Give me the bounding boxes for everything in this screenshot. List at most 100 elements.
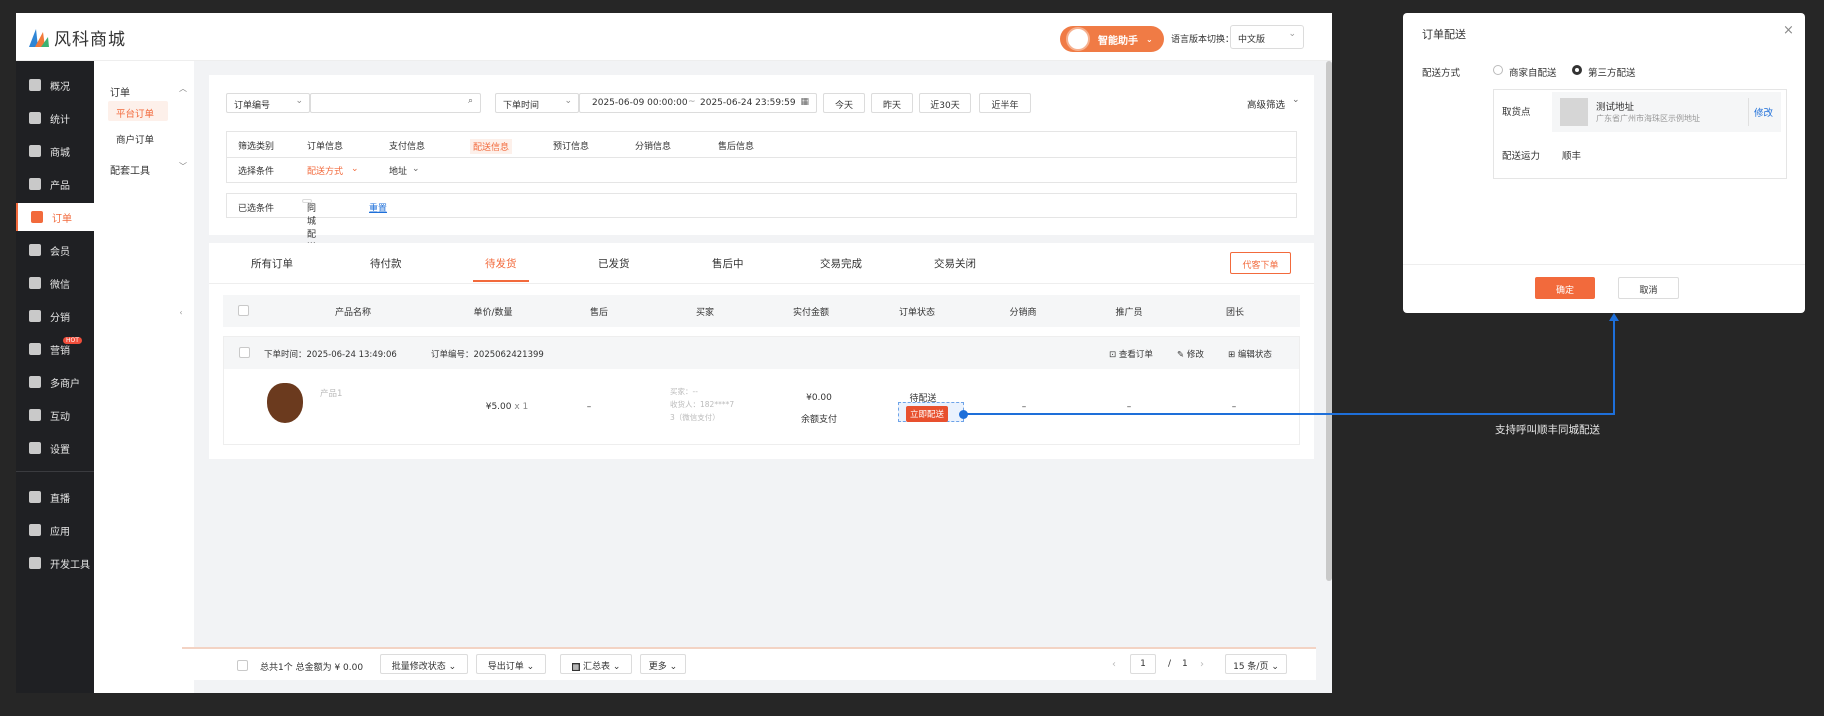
- category-booking-info[interactable]: 预订信息: [553, 139, 589, 152]
- chevron-down-icon: ⌄: [1292, 95, 1300, 105]
- sidebar-item-label: 分销: [50, 312, 70, 324]
- edit-order-link[interactable]: ✎ 修改: [1177, 348, 1204, 360]
- export-orders-button[interactable]: 导出订单 ⌄: [476, 654, 546, 674]
- pickup-card[interactable]: 测试地址 广东省广州市海珠区示例地址 修改: [1552, 92, 1781, 132]
- tab-shipped[interactable]: 已发货: [598, 256, 630, 271]
- footer-select-all-checkbox[interactable]: [237, 660, 248, 671]
- sidebar-item-label: 产品: [50, 180, 70, 192]
- category-distribution-info[interactable]: 分销信息: [635, 139, 671, 152]
- sidebar-item-settings[interactable]: 设置: [16, 434, 94, 462]
- advanced-filter-link[interactable]: 高级筛选: [1247, 97, 1285, 111]
- distributor-value: –: [1021, 402, 1027, 412]
- order-checkbox[interactable]: [239, 347, 250, 358]
- sidebar-item-label: 会员: [50, 246, 70, 258]
- assistant-button[interactable]: 智能助手 ⌄: [1060, 26, 1164, 52]
- option-self-delivery[interactable]: 商家自配送: [1509, 65, 1557, 79]
- next-page-icon[interactable]: ›: [1200, 659, 1204, 670]
- sidebar-item-order[interactable]: 订单: [16, 203, 94, 231]
- tab-aftersale[interactable]: 售后中: [712, 256, 744, 271]
- product-icon: [29, 178, 41, 190]
- more-button[interactable]: 更多 ⌄: [640, 654, 686, 674]
- submenu-group-order[interactable]: 订单: [110, 84, 130, 99]
- view-order-link[interactable]: ⊡ 查看订单: [1109, 348, 1153, 360]
- option-third-party[interactable]: 第三方配送: [1588, 65, 1636, 79]
- sidebar-item-distribution[interactable]: 分销: [16, 302, 94, 330]
- category-payment-info[interactable]: 支付信息: [389, 139, 425, 152]
- summary-table-button[interactable]: ▦ 汇总表 ⌄: [560, 654, 632, 674]
- sidebar-item-wechat[interactable]: 微信: [16, 269, 94, 297]
- sidebar-item-product[interactable]: 产品: [16, 170, 94, 198]
- date-range-picker[interactable]: 2025-06-09 00:00:00 ~ 2025-06-24 23:59:5…: [579, 93, 817, 113]
- sidebar-item-apps[interactable]: 应用: [16, 516, 94, 544]
- page-input[interactable]: 1: [1130, 654, 1156, 674]
- header-price-qty: 单价/数量: [473, 308, 513, 318]
- quick-yesterday-button[interactable]: 昨天: [871, 93, 913, 113]
- logo-mark-icon: [26, 26, 50, 48]
- radio-self-delivery[interactable]: [1493, 65, 1503, 75]
- selected-tag[interactable]: 同城配送 ×: [302, 199, 316, 253]
- sidebar-item-label: 多商户: [50, 378, 80, 390]
- time-field-select[interactable]: 下单时间 ⌄: [495, 93, 579, 113]
- sidebar-divider: [16, 471, 94, 472]
- submenu-item-platform-order[interactable]: 平台订单: [108, 101, 168, 121]
- chevron-down-icon: ⌄: [412, 164, 420, 174]
- table-header: 产品名称 单价/数量 售后 买家 实付金额 订单状态 分销商 推广员 团长: [223, 295, 1300, 327]
- sidebar-item-merchant[interactable]: 多商户: [16, 368, 94, 396]
- edit-status-link[interactable]: ⊞ 编辑状态: [1228, 348, 1272, 360]
- select-all-checkbox[interactable]: [238, 305, 249, 316]
- quick-halfyear-button[interactable]: 近半年: [979, 93, 1031, 113]
- collapse-sidebar-handle[interactable]: ‹: [176, 296, 186, 332]
- submenu-group-tools[interactable]: 配套工具: [110, 162, 150, 177]
- choose-address[interactable]: 地址: [389, 164, 407, 177]
- category-order-info[interactable]: 订单信息: [307, 139, 343, 152]
- modify-pickup-link[interactable]: 修改: [1754, 105, 1773, 119]
- logo[interactable]: 风科商城: [26, 25, 126, 50]
- quick-30days-button[interactable]: 近30天: [919, 93, 971, 113]
- order-tabs: 所有订单 待付款 待发货 已发货 售后中 交易完成 交易关闭: [209, 243, 1314, 283]
- sidebar-item-live[interactable]: 直播: [16, 483, 94, 511]
- radio-third-party[interactable]: [1572, 65, 1582, 75]
- category-delivery-info[interactable]: 配送信息: [470, 139, 513, 154]
- close-icon[interactable]: ×: [1783, 23, 1794, 38]
- chevron-down-icon: ﹀: [179, 162, 187, 171]
- sidebar-item-member[interactable]: 会员: [16, 236, 94, 264]
- sidebar-item-interact[interactable]: 互动: [16, 401, 94, 429]
- quick-today-button[interactable]: 今天: [823, 93, 865, 113]
- capacity-label: 配送运力: [1502, 151, 1541, 162]
- choose-label: 选择条件: [238, 167, 275, 177]
- sidebar-item-store[interactable]: 商城: [16, 137, 94, 165]
- search-input[interactable]: ⌕: [310, 93, 481, 113]
- product-thumbnail[interactable]: [267, 383, 303, 423]
- submenu-item-merchant-order[interactable]: 商户订单: [108, 127, 168, 147]
- reset-link[interactable]: 重置: [369, 201, 387, 214]
- page-size-select[interactable]: 15 条/页 ⌄: [1225, 654, 1287, 674]
- tab-closed[interactable]: 交易关闭: [934, 256, 976, 271]
- sidebar-item-stats[interactable]: 统计: [16, 104, 94, 132]
- sidebar-item-label: 概况: [50, 81, 70, 93]
- date-start: 2025-06-09 00:00:00: [592, 98, 688, 108]
- prev-page-icon[interactable]: ‹: [1112, 659, 1116, 670]
- sidebar-item-marketing[interactable]: 营销 HOT: [16, 335, 94, 363]
- tab-all-orders[interactable]: 所有订单: [251, 256, 293, 271]
- order-field-select[interactable]: 订单编号 ⌄: [226, 93, 310, 113]
- sidebar-item-devtools[interactable]: 开发工具: [16, 549, 94, 577]
- sidebar-item-overview[interactable]: 概况: [16, 71, 94, 99]
- confirm-button[interactable]: 确定: [1535, 277, 1595, 299]
- choose-delivery-method[interactable]: 配送方式: [307, 164, 343, 177]
- product-name[interactable]: 产品1: [320, 387, 342, 399]
- header-buyer: 买家: [695, 308, 714, 318]
- lang-select[interactable]: 中文版 ⌄: [1230, 25, 1304, 49]
- order-field-value: 订单编号: [234, 101, 271, 111]
- category-aftersale-info[interactable]: 售后信息: [718, 139, 754, 152]
- deliver-now-button[interactable]: 立即配送: [906, 406, 949, 422]
- tab-pending-payment[interactable]: 待付款: [370, 256, 402, 271]
- cancel-button[interactable]: 取消: [1618, 277, 1679, 299]
- scrollbar[interactable]: [1326, 61, 1332, 581]
- batch-status-button[interactable]: 批量修改状态 ⌄: [380, 654, 468, 674]
- tab-pending-shipment[interactable]: 待发货: [485, 256, 517, 271]
- more-label: 更多: [648, 662, 667, 672]
- price-qty: ¥5.00 x 1: [477, 402, 537, 412]
- tab-completed[interactable]: 交易完成: [820, 256, 862, 271]
- proxy-order-button[interactable]: 代客下单: [1230, 252, 1291, 274]
- close-icon[interactable]: ×: [307, 201, 315, 211]
